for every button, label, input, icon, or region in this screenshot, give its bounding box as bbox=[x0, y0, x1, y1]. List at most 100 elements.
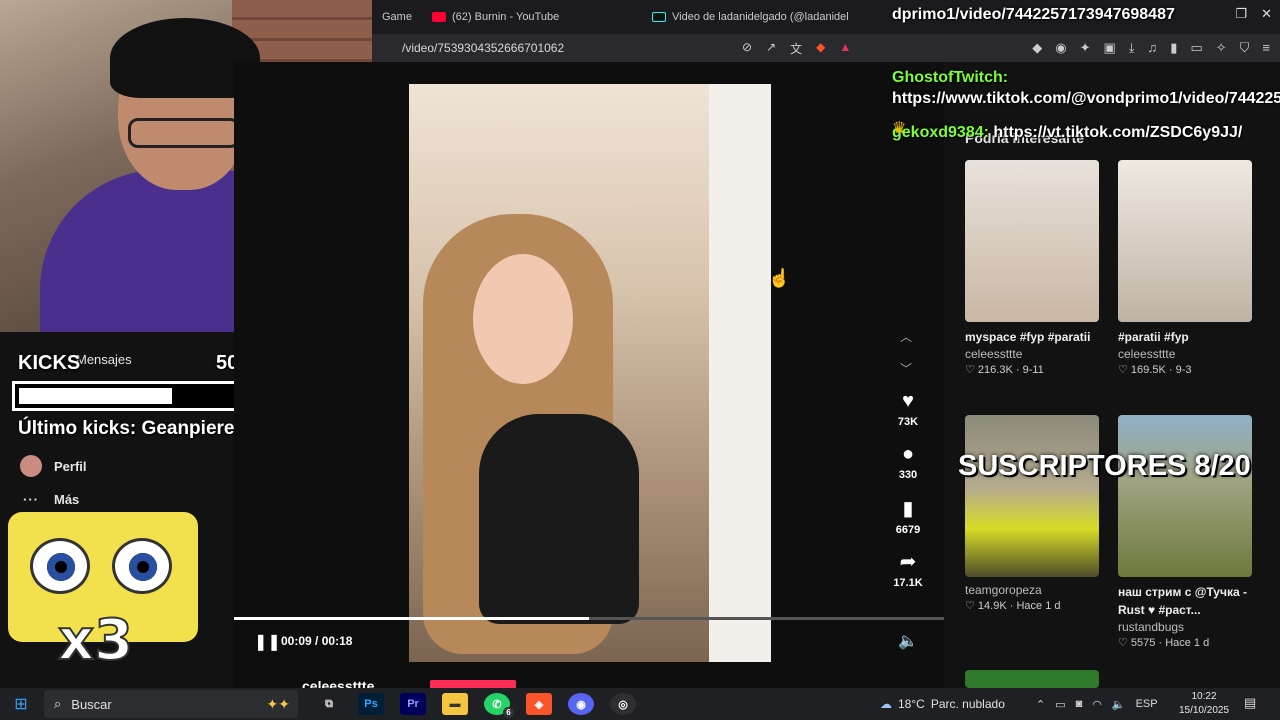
taskbar-search[interactable]: ⌕ Buscar ✦✦ bbox=[44, 690, 298, 718]
task-view-icon[interactable]: ⧉ bbox=[316, 693, 342, 715]
card-title: #paratii #fyp bbox=[1118, 330, 1189, 344]
spongebob-emote: x3 bbox=[8, 512, 198, 674]
recommended-card[interactable]: #paratii #fyp celeessttte ♡ 169.5K · 9-3 bbox=[1118, 160, 1252, 376]
sidebar-item-label: Perfil bbox=[54, 458, 87, 474]
chat-text: https://vt.tiktok.com/ZSDC6y9JJ/ bbox=[988, 124, 1243, 141]
taskbar-clock[interactable]: 10:22 15/10/2025 bbox=[1176, 690, 1232, 718]
recommended-card[interactable] bbox=[965, 670, 1099, 688]
video-progress-fill bbox=[234, 617, 589, 620]
chat-message: GhostofTwitch: https://www.tiktok.com/@v… bbox=[892, 67, 1280, 109]
video-player[interactable] bbox=[409, 84, 771, 662]
weather-widget[interactable]: ☁ 18°C Parc. nublado bbox=[880, 688, 1005, 720]
share-icon[interactable]: ↗ bbox=[766, 40, 776, 57]
weather-text: Parc. nublado bbox=[930, 697, 1005, 711]
video-thumbnail[interactable] bbox=[965, 670, 1099, 688]
youtube-icon bbox=[432, 12, 446, 22]
card-views: 169.5K bbox=[1130, 364, 1166, 376]
like-button[interactable]: ♥ 73K bbox=[888, 390, 928, 428]
sidebar-item-label: Más bbox=[54, 492, 80, 507]
start-button[interactable]: ⊞ bbox=[0, 688, 42, 720]
tab-label: (62) Burnin - YouTube bbox=[452, 11, 560, 23]
wifi-icon[interactable]: ◠ bbox=[1092, 698, 1102, 711]
camera-icon[interactable]: ◙ bbox=[1076, 698, 1083, 710]
video-thumbnail[interactable] bbox=[1118, 160, 1252, 322]
notification-icon[interactable]: ▤ bbox=[1244, 695, 1256, 711]
video-progress-bar[interactable] bbox=[234, 617, 944, 620]
discord-icon[interactable]: ◉ bbox=[568, 693, 594, 715]
no-cast-icon[interactable]: ⊘ bbox=[742, 40, 752, 57]
volume-icon[interactable]: 🔈 bbox=[1112, 698, 1126, 711]
bookmark-icon: ▮ bbox=[902, 498, 914, 520]
sidebar-item-messages[interactable]: Mensajes bbox=[76, 352, 132, 367]
url-text[interactable]: /video/7539304352666701062 bbox=[402, 41, 564, 55]
whatsapp-icon[interactable]: ✆ 6 bbox=[484, 693, 514, 718]
tab-label: Game bbox=[382, 11, 412, 23]
language-indicator[interactable]: ESP bbox=[1136, 698, 1158, 710]
card-author[interactable]: teamgoropeza bbox=[965, 583, 1099, 597]
recommended-card[interactable]: myspace #fyp #paratii celeessttte ♡ 216.… bbox=[965, 160, 1099, 376]
network-icon[interactable]: ▭ bbox=[1055, 698, 1065, 711]
stream-chat-overlay: dprimo1/video/7442257173947698487 Ghosto… bbox=[892, 4, 1280, 143]
hand-cursor-icon: ☝ bbox=[768, 268, 791, 288]
avatar bbox=[20, 455, 42, 477]
card-author[interactable]: celeessttte bbox=[965, 347, 1099, 361]
whatsapp-badge: 6 bbox=[503, 707, 514, 718]
photoshop-icon[interactable]: Ps bbox=[358, 693, 384, 715]
sidebar-item-more[interactable]: ··· Más bbox=[20, 492, 79, 507]
video-time: 00:09 / 00:18 bbox=[281, 634, 352, 648]
kicks-progress-fill bbox=[19, 388, 173, 404]
search-icon: ⌕ bbox=[54, 696, 62, 711]
tab-youtube[interactable]: (62) Burnin - YouTube bbox=[422, 0, 642, 34]
volume-button[interactable]: 🔈 bbox=[898, 631, 918, 651]
share-button[interactable]: ➦ 17.1K bbox=[888, 549, 928, 589]
chevron-down-icon: ﹀ bbox=[900, 362, 913, 376]
chevron-up-icon[interactable]: ⌃ bbox=[1036, 698, 1045, 711]
clock-time: 10:22 bbox=[1191, 691, 1217, 702]
brave-browser-icon[interactable]: ◈ bbox=[526, 693, 552, 715]
previous-video-button[interactable]: ︿ bbox=[900, 328, 912, 345]
comment-button[interactable]: ● 330 bbox=[888, 443, 928, 481]
screen: Game (62) Burnin - YouTube Video de lada… bbox=[0, 0, 1280, 720]
streamer-glasses bbox=[128, 118, 240, 148]
windows-taskbar: ⊞ ⌕ Buscar ✦✦ ⧉ Ps Pr ▬ ✆ 6 ◈ ◉ ◎ ☁ 18°C … bbox=[0, 688, 1280, 720]
card-author[interactable]: rustandbugs bbox=[1118, 620, 1252, 634]
video-thumbnail[interactable] bbox=[965, 160, 1099, 322]
video-thumbnail[interactable] bbox=[965, 415, 1099, 577]
multiplier-label: x3 bbox=[57, 607, 134, 674]
video-door bbox=[709, 84, 771, 662]
tab-label: Video de ladanidelgado (@ladanidel bbox=[672, 11, 849, 23]
weather-icon: ☁ bbox=[880, 697, 892, 711]
pause-icon: ❚❚ bbox=[254, 634, 281, 651]
video-author-name[interactable]: celeessttte bbox=[302, 678, 374, 688]
pause-button[interactable]: ❚❚ bbox=[254, 632, 281, 652]
heart-icon: ♥ bbox=[902, 390, 914, 412]
card-meta: ♡ 14.9K · Hace 1 d bbox=[965, 600, 1061, 612]
chat-message: gekoxd9384: https://vt.tiktok.com/ZSDC6y… bbox=[892, 122, 1280, 143]
total-time: 00:18 bbox=[321, 634, 353, 648]
premiere-icon[interactable]: Pr bbox=[400, 693, 426, 715]
obs-icon[interactable]: ◎ bbox=[610, 693, 636, 715]
chat-username: GhostofTwitch: bbox=[892, 69, 1009, 86]
sidebar-item-profile[interactable]: Perfil bbox=[20, 455, 87, 477]
speaker-icon: 🔈 bbox=[898, 633, 918, 650]
card-date: Hace 1 d bbox=[1016, 600, 1061, 612]
kicks-title: KICKS bbox=[18, 352, 81, 374]
file-explorer-icon[interactable]: ▬ bbox=[442, 693, 468, 715]
next-video-button[interactable]: ﹀ bbox=[900, 360, 912, 377]
brave-shield-icon[interactable]: ◆ bbox=[816, 40, 825, 57]
translate-icon[interactable]: 文 bbox=[790, 40, 802, 57]
tab-game[interactable]: Game bbox=[372, 0, 422, 34]
save-button[interactable]: ▮ 6679 bbox=[888, 496, 928, 536]
recommended-card[interactable]: teamgoropeza ♡ 14.9K · Hace 1 d bbox=[965, 415, 1099, 612]
video-thumbnail[interactable] bbox=[1118, 415, 1252, 577]
follow-button[interactable] bbox=[430, 680, 516, 688]
like-count: 73K bbox=[897, 416, 919, 428]
brave-rewards-icon[interactable]: ▲ bbox=[839, 40, 851, 57]
subscribers-goal: SUSCRIPTORES 8/20 bbox=[958, 450, 1251, 482]
sparkle-icon: ✦✦ bbox=[266, 695, 290, 712]
card-author[interactable]: celeessttte bbox=[1118, 347, 1252, 361]
tab-tiktok[interactable]: Video de ladanidelgado (@ladanidel bbox=[642, 0, 852, 34]
card-date: 9-11 bbox=[1022, 364, 1044, 376]
chat-username: gekoxd9384: bbox=[892, 124, 989, 141]
save-count: 6679 bbox=[895, 524, 921, 536]
